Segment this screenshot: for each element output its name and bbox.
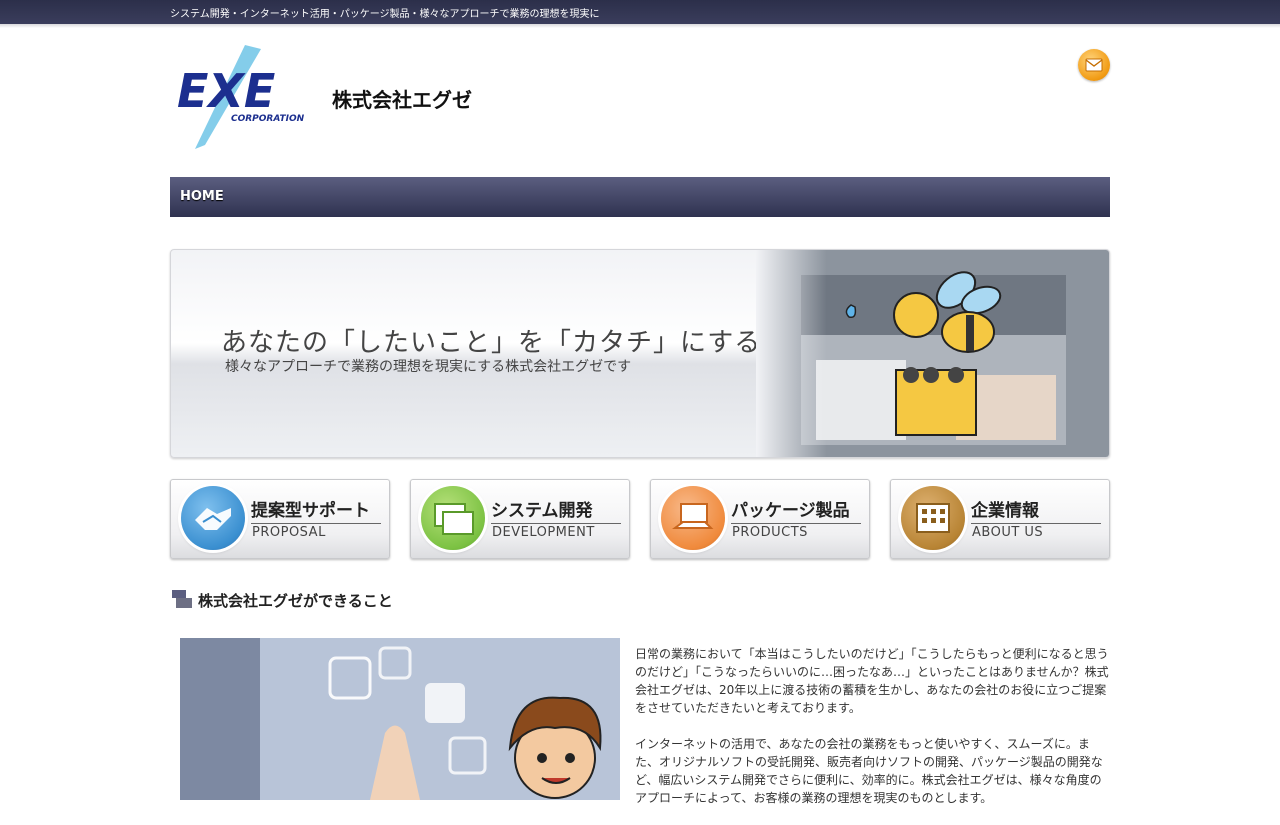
laptop-icon <box>661 486 725 550</box>
divider <box>491 523 621 524</box>
building-icon <box>901 486 965 550</box>
hero-subtitle: 様々なアプローチで業務の理想を現実にする株式会社エグゼです <box>225 359 632 375</box>
mail-button[interactable] <box>1078 49 1110 81</box>
section-heading-icon <box>172 590 192 608</box>
paragraph: インターネットの活用で、あなたの会社の業務をもっと使いやすく、スムーズに。また、… <box>635 737 1103 805</box>
section-title: 株式会社エグゼができること <box>198 592 393 610</box>
top-bar-shadow <box>0 24 1280 28</box>
service-about-button[interactable]: 企業情報 ABOUT US <box>890 479 1110 559</box>
logo-text: EXE <box>177 64 275 118</box>
mail-icon <box>1085 58 1103 72</box>
service-subtitle: DEVELOPMENT <box>492 525 595 540</box>
main-illustration <box>180 638 620 800</box>
paragraph: 日常の業務において「本当はこうしたいのだけど」「こうしたらもっと便利になると思う… <box>635 647 1109 715</box>
service-subtitle: PROPOSAL <box>252 525 326 540</box>
service-title: システム開発 <box>491 501 593 521</box>
nav-item-home[interactable]: HOME <box>180 189 224 204</box>
service-development-button[interactable]: システム開発 DEVELOPMENT <box>410 479 630 559</box>
service-title: パッケージ製品 <box>731 501 850 521</box>
divider <box>971 523 1101 524</box>
divider <box>251 523 381 524</box>
hero-illustration <box>756 250 1109 457</box>
handshake-icon <box>181 486 245 550</box>
mascot-man-icon <box>508 696 602 799</box>
exe-logo[interactable]: EXE CORPORATION <box>175 45 325 150</box>
service-proposal-button[interactable]: 提案型サポート PROPOSAL <box>170 479 390 559</box>
tagline: システム開発・インターネット活用・パッケージ製品・様々なアプローチで業務の理想を… <box>170 9 600 20</box>
service-products-button[interactable]: パッケージ製品 PRODUCTS <box>650 479 870 559</box>
service-subtitle: ABOUT US <box>972 525 1044 540</box>
company-name: 株式会社エグゼ <box>332 88 472 112</box>
windows-icon <box>421 486 485 550</box>
service-title: 提案型サポート <box>251 501 370 521</box>
service-subtitle: PRODUCTS <box>732 525 808 540</box>
logo-subtext: CORPORATION <box>231 114 305 124</box>
main-nav: HOME <box>170 177 1110 217</box>
service-title: 企業情報 <box>971 501 1039 521</box>
hero-title: あなたの「したいこと」を「カタチ」にする <box>221 328 762 358</box>
top-bar: システム開発・インターネット活用・パッケージ製品・様々なアプローチで業務の理想を… <box>0 0 1280 24</box>
divider <box>731 523 861 524</box>
section-body: 日常の業務において「本当はこうしたいのだけど」「こうしたらもっと便利になると思う… <box>635 645 1110 825</box>
hero-banner: あなたの「したいこと」を「カタチ」にする 様々なアプローチで業務の理想を現実にす… <box>170 249 1110 458</box>
